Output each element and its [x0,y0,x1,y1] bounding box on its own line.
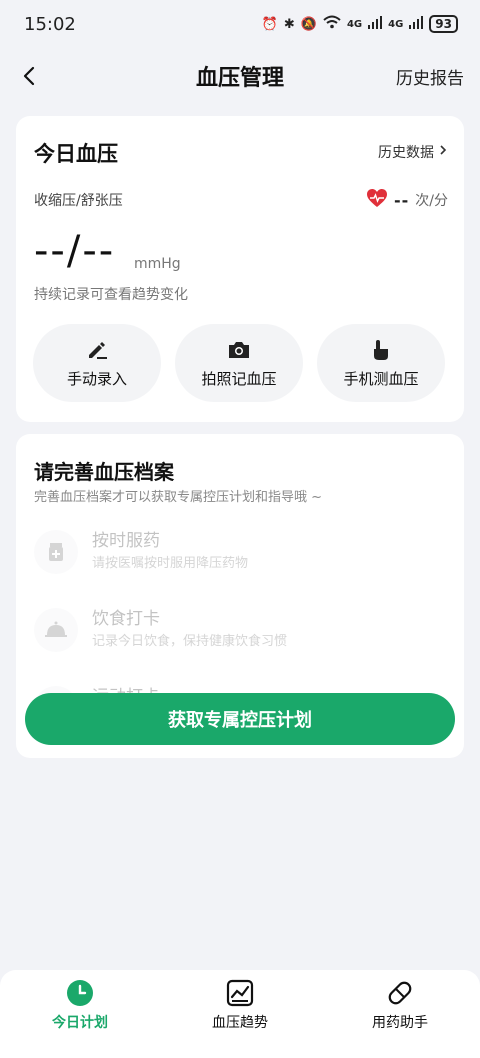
profile-title: 请完善血压档案 [34,460,174,484]
signal-label-2: 4G [388,18,404,30]
profile-subtitle: 完善血压档案才可以获取专属控压计划和指导哦 ~ [34,490,323,505]
clock-icon [65,978,95,1008]
action-label: 手动录入 [66,369,127,388]
phone-measure-button[interactable]: 手机测血压 [317,324,445,402]
tab-bp-trend[interactable]: 血压趋势 [180,978,300,1032]
heart-rate-unit: 次/分 [415,193,448,209]
pencil-icon [85,338,109,362]
bottom-tab-bar: 今日计划 血压趋势 用药助手 [0,970,480,1058]
photo-record-button[interactable]: 拍照记血压 [175,324,303,402]
bp-unit: mmHg [134,256,181,272]
status-icons: ⏰ ✱ 🔕 4G 4G 93 [262,15,458,33]
heart-rate: -- 次/分 [366,188,448,212]
heart-rate-value: -- [394,190,410,210]
status-time: 15:02 [24,13,76,35]
signal-icon [368,15,383,33]
tab-label: 血压趋势 [212,1015,268,1031]
bp-value: --/-- [34,228,116,274]
chevron-right-icon [438,144,448,160]
heart-icon [366,188,388,212]
tab-medication-assistant[interactable]: 用药助手 [340,978,460,1032]
pill-bottle-icon [34,530,78,574]
action-label: 拍照记血压 [201,369,277,388]
bp-hint: 持续记录可查看趋势变化 [34,287,188,303]
tab-label: 用药助手 [372,1015,428,1031]
task-title: 按时服药 [92,531,160,551]
alarm-icon: ⏰ [261,16,278,32]
get-plan-button[interactable]: 获取专属控压计划 [25,693,455,745]
page-title: 血压管理 [195,66,284,91]
tab-label: 今日计划 [52,1015,108,1031]
history-report-link[interactable]: 历史报告 [396,64,464,89]
task-title: 饮食打卡 [92,609,160,629]
battery-indicator: 93 [429,15,458,33]
wifi-icon [323,15,341,33]
tab-today-plan[interactable]: 今日计划 [20,978,140,1032]
action-label: 手机测血压 [343,369,419,388]
signal-icon [409,15,424,33]
task-diet: 饮食打卡 记录今日饮食，保持健康饮食习惯 [34,604,454,654]
status-bar: 15:02 ⏰ ✱ 🔕 4G 4G 93 [0,0,480,48]
record-actions: 手动录入 拍照记血压 手机测血压 [33,324,445,402]
pill-icon [385,978,415,1008]
task-desc: 请按医嘱按时服用降压药物 [92,556,249,571]
finger-icon [369,338,393,362]
task-medication: 按时服药 请按医嘱按时服用降压药物 [34,526,454,576]
history-data-link[interactable]: 历史数据 [378,142,448,162]
signal-label-1: 4G [346,18,363,30]
bluetooth-icon: ✱ [283,16,295,32]
history-data-label: 历史数据 [378,145,434,161]
task-desc: 记录今日饮食，保持健康饮食习惯 [92,634,288,649]
back-icon[interactable] [16,62,44,90]
nav-bar: 血压管理 历史报告 [0,48,480,104]
bp-label: 收缩压/舒张压 [34,193,123,209]
today-title: 今日血压 [34,142,118,166]
food-dish-icon [34,608,78,652]
today-bp-card: 今日血压 历史数据 收缩压/舒张压 -- 次/分 --/-- mmHg 持续记录… [16,116,464,422]
camera-icon [227,338,251,362]
chart-icon [225,978,255,1008]
mute-icon: 🔕 [300,16,317,32]
manual-entry-button[interactable]: 手动录入 [33,324,161,402]
